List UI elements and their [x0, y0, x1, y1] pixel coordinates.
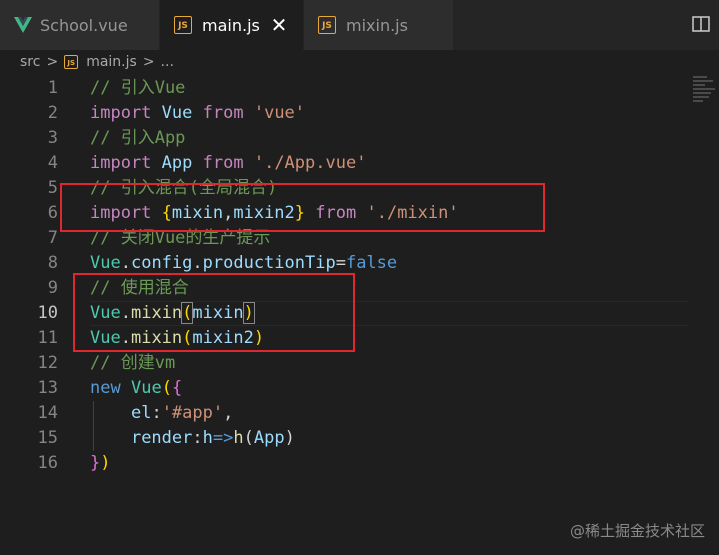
js-icon: JS	[174, 16, 192, 34]
identifier: productionTip	[202, 253, 336, 273]
comment: // 创建vm	[90, 353, 176, 373]
punctuation: .	[192, 253, 203, 273]
line-number: 11	[37, 328, 58, 348]
operator: =>	[212, 428, 234, 448]
keyword: import	[90, 153, 152, 173]
split-editor-icon[interactable]	[691, 14, 711, 34]
identifier: App	[161, 153, 193, 173]
string: '#app'	[161, 403, 224, 423]
punctuation: :	[151, 403, 162, 423]
code-line: import App from './App.vue'	[90, 151, 690, 176]
identifier: Vue	[90, 253, 121, 273]
line-number: 5	[47, 178, 58, 198]
tab-label: mixin.js	[346, 15, 408, 35]
code-editor[interactable]: 1 2 3 4 5 6 7 8 9 10 11 12 13 14 15 16 /…	[0, 74, 719, 555]
paren: )	[100, 453, 111, 473]
breadcrumb: src > JS main.js > ...	[0, 50, 719, 74]
code-line: new Vue({	[90, 376, 690, 401]
breadcrumb-folder[interactable]: src	[20, 54, 40, 70]
parameter: h	[202, 428, 213, 448]
comment: // 引入Vue	[90, 78, 186, 98]
class-name: Vue	[130, 378, 162, 398]
chevron-right-icon: >	[142, 54, 155, 70]
paren: )	[284, 428, 295, 448]
vue-icon	[14, 17, 32, 33]
keyword: new	[90, 378, 121, 398]
operator: =	[335, 253, 346, 273]
keyword: from	[202, 103, 244, 123]
line-number: 1	[47, 78, 58, 98]
brace: }	[90, 453, 101, 473]
function-name: h	[233, 428, 244, 448]
paren: (	[243, 428, 254, 448]
line-number: 8	[47, 253, 58, 273]
line-number: 14	[37, 403, 58, 423]
js-icon: JS	[64, 55, 79, 69]
boolean: false	[345, 253, 398, 273]
line-number: 3	[47, 128, 58, 148]
line-number-gutter: 1 2 3 4 5 6 7 8 9 10 11 12 13 14 15 16	[0, 76, 58, 476]
property: render	[130, 428, 193, 448]
code-line: // 引入App	[90, 126, 690, 151]
breadcrumb-file[interactable]: main.js	[86, 54, 137, 70]
highlight-box-mixin	[73, 273, 355, 352]
string: 'vue'	[253, 103, 306, 123]
code-line: })	[90, 451, 690, 476]
chevron-right-icon: >	[46, 54, 59, 70]
identifier: config	[130, 253, 193, 273]
minimap[interactable]	[693, 76, 717, 106]
tab-mixin-js[interactable]: JS mixin.js	[304, 0, 454, 50]
line-number: 15	[37, 428, 58, 448]
line-number: 12	[37, 353, 58, 373]
code-line: import Vue from 'vue'	[90, 101, 690, 126]
punctuation: ,	[223, 403, 234, 423]
code-line: el:'#app',	[90, 401, 690, 426]
tab-school-vue[interactable]: School.vue	[0, 0, 160, 50]
keyword: import	[90, 103, 152, 123]
line-number-current: 10	[37, 303, 58, 323]
editor-tab-bar: School.vue JS main.js ✕ JS mixin.js	[0, 0, 719, 50]
line-number: 16	[37, 453, 58, 473]
comment: // 引入App	[90, 128, 186, 148]
tab-main-js[interactable]: JS main.js ✕	[160, 0, 304, 50]
tab-label: main.js	[202, 15, 260, 35]
line-number: 7	[47, 228, 58, 248]
line-number: 4	[47, 153, 58, 173]
code-line: // 引入Vue	[90, 76, 690, 101]
close-icon[interactable]: ✕	[269, 13, 289, 37]
line-number: 9	[47, 278, 58, 298]
js-icon: JS	[318, 16, 336, 34]
watermark: @稀土掘金技术社区	[569, 522, 705, 540]
identifier: Vue	[161, 103, 193, 123]
code-line: // 创建vm	[90, 351, 690, 376]
paren: (	[161, 378, 172, 398]
code-line: render:h=>h(App)	[90, 426, 690, 451]
punctuation: :	[192, 428, 203, 448]
property: el	[130, 403, 152, 423]
string: './App.vue'	[253, 153, 367, 173]
tab-label: School.vue	[40, 15, 128, 35]
highlight-box-import	[60, 183, 545, 232]
keyword: from	[202, 153, 244, 173]
line-number: 6	[47, 203, 58, 223]
identifier: App	[253, 428, 285, 448]
breadcrumb-more[interactable]: ...	[161, 54, 174, 70]
brace: {	[171, 378, 183, 398]
line-number: 2	[47, 103, 58, 123]
line-number: 13	[37, 378, 58, 398]
punctuation: .	[120, 253, 131, 273]
